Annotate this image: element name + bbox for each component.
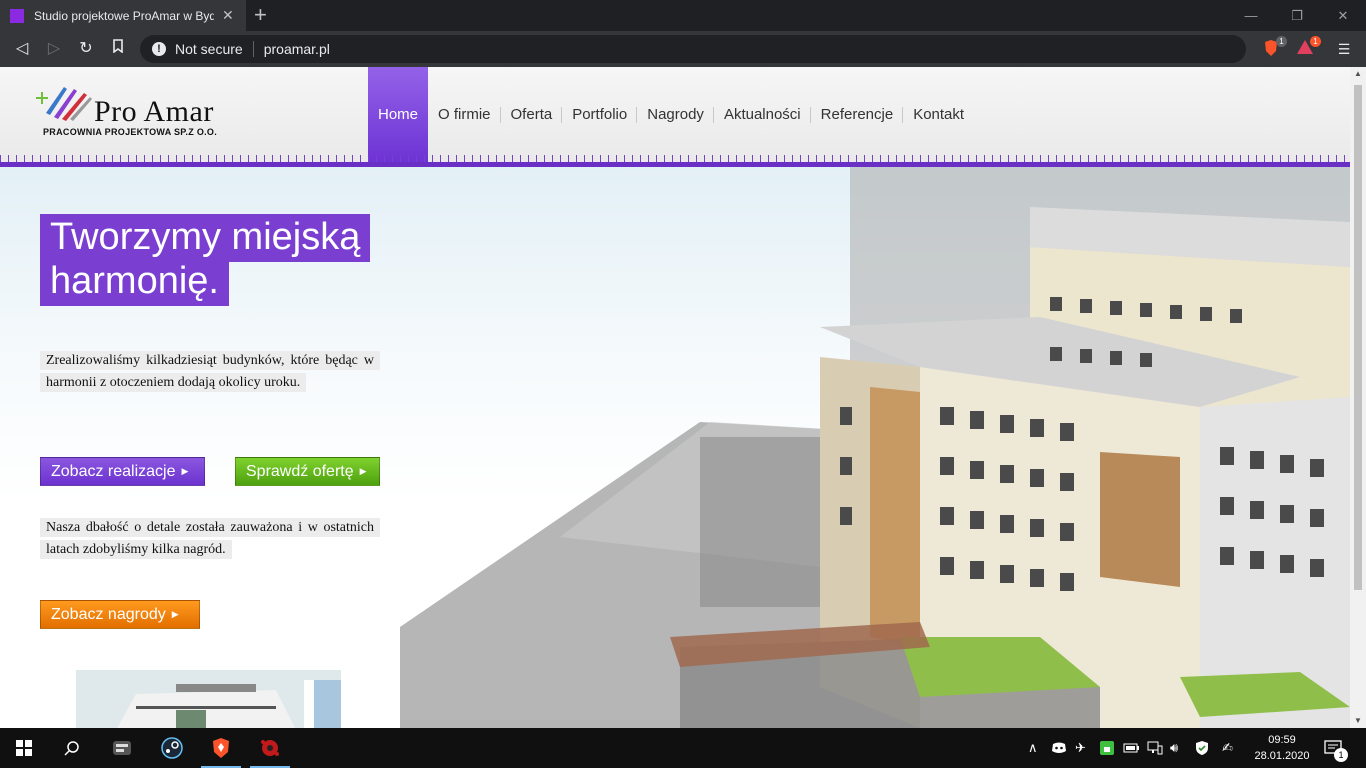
security-app-icon[interactable]: [1100, 728, 1114, 768]
notifications-icon[interactable]: 1: [1324, 728, 1348, 768]
windows-start-icon[interactable]: [0, 728, 48, 768]
building-render-image: [400, 167, 1350, 728]
windows-taskbar: ∧ ✈ 🔊︎ ✍︎ 09:59 28.01.2020 1: [0, 728, 1366, 768]
nav-home[interactable]: Home: [368, 67, 429, 162]
airplane-icon[interactable]: ✈: [1075, 728, 1086, 768]
nav-nagrody[interactable]: Nagrody: [637, 67, 714, 162]
page-scrollbar[interactable]: ▲ ▼: [1350, 67, 1366, 728]
browser-toolbar: ◁ ▷ ↻ ! Not secure proamar.pl: [0, 31, 1366, 67]
close-window-icon[interactable]: ✕: [1320, 0, 1366, 31]
logo-mark-icon: [36, 87, 92, 121]
site-logo[interactable]: Pro Amar PRACOWNIA PROJEKTOWA SP.Z O.O.: [36, 83, 246, 143]
browser-tab[interactable]: Studio projektowe ProAmar w Byd ✕: [0, 0, 246, 31]
reload-icon[interactable]: ↻: [76, 39, 96, 59]
see-awards-label: Zobacz nagrody: [51, 605, 166, 623]
new-tab-button[interactable]: +: [254, 3, 267, 27]
brave-browser-icon[interactable]: [197, 728, 245, 768]
pen-workspace-icon[interactable]: ✍︎: [1222, 728, 1233, 768]
headline-line-2: harmonię.: [40, 258, 229, 306]
nav-o-firmie[interactable]: O firmie: [428, 67, 501, 162]
check-offer-label: Sprawdź ofertę: [246, 462, 354, 480]
see-awards-button[interactable]: Zobacz nagrody ▶: [40, 600, 200, 629]
defender-icon[interactable]: [1195, 728, 1209, 768]
intro-text: Zrealizowaliśmy kilkadziesiąt budynków, …: [40, 351, 380, 392]
brave-shields-icon[interactable]: 1: [1261, 36, 1287, 59]
shields-badge: 1: [1276, 36, 1287, 47]
hero-section: Tworzymy miejską harmonię. Zrealizowaliś…: [0, 167, 1350, 728]
notification-count: 1: [1334, 748, 1348, 762]
network-icon[interactable]: [1147, 728, 1163, 768]
nav-aktualnosci[interactable]: Aktualności: [714, 67, 811, 162]
info-icon[interactable]: !: [152, 42, 166, 56]
url-text[interactable]: proamar.pl: [264, 41, 330, 57]
discord-icon[interactable]: [1051, 728, 1067, 768]
omnibox-divider: [252, 41, 254, 57]
restore-icon[interactable]: ❐: [1274, 0, 1320, 31]
clock-date: 28.01.2020: [1254, 750, 1310, 762]
see-projects-button[interactable]: Zobacz realizacje ▶: [40, 457, 205, 486]
scroll-down-icon[interactable]: ▼: [1350, 714, 1366, 728]
logo-name: Pro Amar: [94, 95, 214, 128]
back-icon[interactable]: ◁: [12, 39, 32, 59]
site-header: Pro Amar PRACOWNIA PROJEKTOWA SP.Z O.O. …: [0, 67, 1350, 167]
menu-icon[interactable]: ☰: [1334, 39, 1354, 59]
nav-kontakt[interactable]: Kontakt: [903, 67, 974, 162]
awards-paragraph: Nasza dbałość o detale została zauważona…: [40, 517, 380, 561]
volume-icon[interactable]: 🔊︎: [1170, 728, 1178, 768]
hero-headline: Tworzymy miejską harmonię.: [40, 214, 371, 306]
tab-strip: Studio projektowe ProAmar w Byd ✕ + — ❐ …: [0, 0, 1366, 31]
headline-line-1: Tworzymy miejską: [40, 214, 371, 262]
nav-referencje[interactable]: Referencje: [811, 67, 904, 162]
arrow-right-icon: ▶: [171, 609, 179, 619]
steam-icon[interactable]: [148, 728, 196, 768]
intro-paragraph: Zrealizowaliśmy kilkadziesiąt budynków, …: [40, 350, 380, 394]
close-tab-icon[interactable]: ✕: [222, 7, 234, 24]
clock-time: 09:59: [1268, 734, 1296, 746]
show-hidden-icons-icon[interactable]: ∧: [1028, 728, 1038, 768]
rewards-badge: 1: [1310, 36, 1321, 47]
scroll-up-icon[interactable]: ▲: [1350, 67, 1366, 81]
main-navigation: Home O firmie Oferta Portfolio Nagrody A…: [368, 67, 974, 162]
page-viewport: Pro Amar PRACOWNIA PROJEKTOWA SP.Z O.O. …: [0, 67, 1350, 728]
tab-title: Studio projektowe ProAmar w Byd: [34, 8, 214, 23]
power-icon[interactable]: [1123, 728, 1139, 768]
nav-portfolio[interactable]: Portfolio: [562, 67, 638, 162]
see-projects-label: Zobacz realizacje: [51, 462, 176, 480]
address-bar[interactable]: ! Not secure proamar.pl: [140, 35, 1246, 63]
system-clock[interactable]: 09:59 28.01.2020: [1250, 732, 1314, 764]
scrollbar-thumb[interactable]: [1354, 85, 1362, 590]
arrow-right-icon: ▶: [359, 466, 367, 476]
task-view-icon[interactable]: [98, 728, 146, 768]
nav-oferta[interactable]: Oferta: [501, 67, 563, 162]
project-thumbnail-image[interactable]: [76, 670, 341, 728]
forward-icon[interactable]: ▷: [44, 39, 64, 59]
site-favicon-icon: [10, 8, 24, 23]
arrow-right-icon: ▶: [181, 466, 189, 476]
brave-rewards-icon[interactable]: 1: [1295, 36, 1321, 59]
minimize-icon[interactable]: —: [1228, 0, 1274, 31]
security-label: Not secure: [175, 41, 243, 57]
logo-subtitle: PRACOWNIA PROJEKTOWA SP.Z O.O.: [43, 127, 218, 137]
bookmark-icon[interactable]: [108, 39, 128, 59]
game-app-icon[interactable]: [246, 728, 294, 768]
check-offer-button[interactable]: Sprawdź ofertę ▶: [235, 457, 380, 486]
awards-text: Nasza dbałość o detale została zauważona…: [40, 518, 380, 559]
search-icon[interactable]: [48, 728, 96, 768]
